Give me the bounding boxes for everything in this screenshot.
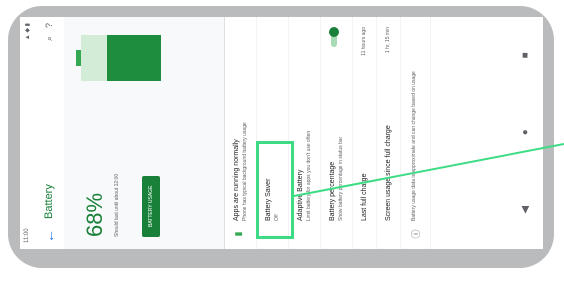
battery-status-row[interactable]: ▮ Apps are running normally Phone has ty… (225, 17, 257, 249)
battery-percentage: 68% (82, 192, 107, 237)
page-title: Battery (43, 184, 55, 219)
battery-percentage-subtitle: Show battery percentage in status bar (338, 136, 344, 221)
battery-level-fill (106, 35, 161, 81)
screen-usage-row: Screen usage since full charge 1 hr, 15 … (377, 17, 401, 249)
battery-status-subtitle: Phone has typical background battery usa… (242, 122, 248, 221)
search-icon[interactable]: ⌕ (44, 36, 55, 41)
battery-percentage-row[interactable]: Battery percentage Show battery percenta… (321, 17, 353, 249)
battery-summary: 68% Should last until about 12:00 BATTER… (64, 17, 225, 249)
adaptive-battery-subtitle: Limit battery for apps you don't use oft… (306, 130, 312, 221)
battery-level-icon (76, 35, 164, 81)
back-nav-icon[interactable]: ◀ (520, 206, 531, 214)
battery-saver-highlight (256, 141, 294, 239)
battery-percentage-title: Battery percentage (329, 161, 336, 221)
battery-percentage-toggle[interactable] (329, 27, 339, 49)
status-icons: ▲ ◆ ▮ (24, 23, 31, 41)
battery-usage-button[interactable]: BATTERY USAGE (142, 175, 160, 237)
battery-status-title: Apps are running normally (233, 139, 240, 221)
back-arrow-icon[interactable]: ← (41, 229, 57, 243)
adaptive-battery-title: Adaptive Battery (297, 169, 304, 221)
screen-usage-title: Screen usage since full charge (385, 125, 392, 221)
last-full-charge-value: 11 hours ago (361, 27, 367, 56)
last-full-charge-row: Last full charge 11 hours ago (353, 17, 377, 249)
help-icon[interactable]: ? (44, 23, 55, 28)
app-bar-actions: ⌕ ? (44, 23, 55, 41)
last-full-charge-title: Last full charge (361, 173, 368, 221)
battery-remaining-text: Should last until about 12:00 (114, 173, 120, 237)
footer-note-row: ⓘ Battery usage data is approximate and … (401, 17, 431, 249)
info-icon: ⓘ (411, 229, 421, 239)
battery-status-icon: ▮ (233, 231, 243, 237)
footer-note: Battery usage data is approximate and ca… (411, 71, 417, 221)
screen-usage-value: 1 hr, 15 min (385, 27, 391, 54)
app-bar: ← Battery ⌕ ? (34, 17, 64, 249)
recents-nav-icon[interactable]: ■ (520, 52, 531, 58)
status-time: 11:00 (24, 228, 30, 243)
home-nav-icon[interactable]: ● (520, 129, 531, 135)
status-bar: 11:00 ▲ ◆ ▮ (20, 17, 34, 249)
navigation-bar: ◀ ● ■ (507, 17, 543, 249)
